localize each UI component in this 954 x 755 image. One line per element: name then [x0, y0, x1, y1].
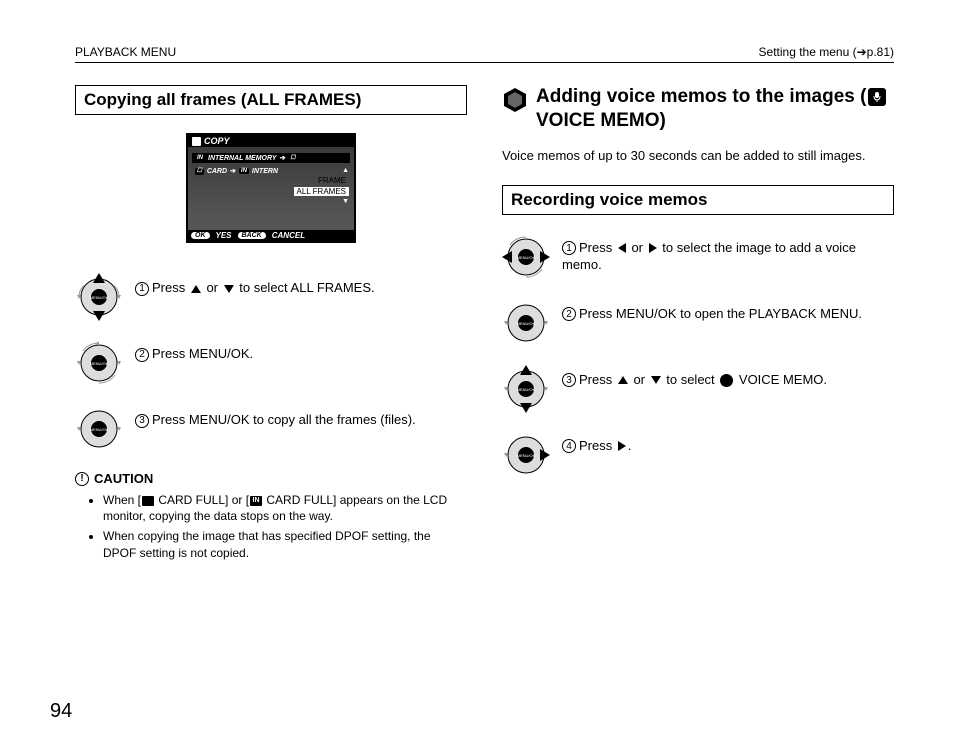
caution-list: When [ CARD FULL] or [IN CARD FULL] appe… — [75, 492, 467, 561]
right-arrow-icon — [649, 243, 657, 253]
svg-text:MENU/OK: MENU/OK — [517, 321, 536, 326]
caution-item: When [ CARD FULL] or [IN CARD FULL] appe… — [103, 492, 467, 524]
dpad-center-icon: MENU/OK — [502, 299, 550, 347]
svg-text:MENU/OK: MENU/OK — [517, 387, 536, 392]
svg-text:MENU/OK: MENU/OK — [517, 453, 536, 458]
up-arrow-icon — [618, 376, 628, 384]
dpad-center-icon: MENU/OK — [75, 339, 123, 387]
page-header: PLAYBACK MENU Setting the menu (➔p.81) — [75, 45, 894, 63]
internal-memory-icon: IN — [250, 496, 262, 506]
svg-text:MENU/OK: MENU/OK — [517, 255, 536, 260]
section-title-all-frames: Copying all frames (ALL FRAMES) — [75, 85, 467, 115]
left-step-1: MENU/OK 1Press or to select ALL FRAMES. — [75, 273, 467, 321]
right-step-2: MENU/OK 2Press MENU/OK to open the PLAYB… — [502, 299, 894, 347]
step-number-icon: 3 — [135, 414, 149, 428]
dpad-leftright-icon: MENU/OK — [502, 233, 550, 281]
up-arrow-icon — [191, 285, 201, 293]
svg-text:MENU/OK: MENU/OK — [90, 361, 109, 366]
section-title-recording: Recording voice memos — [502, 185, 894, 215]
lcd-screenshot: COPY IN INTERNAL MEMORY ➔ 🞏 🞏 CARD ➔ IN … — [75, 133, 467, 248]
caution-item: When copying the image that has specifie… — [103, 528, 467, 560]
step-number-icon: 4 — [562, 439, 576, 453]
caution-icon: ! — [75, 472, 89, 486]
voice-memo-icon — [868, 88, 886, 106]
step-number-icon: 2 — [562, 307, 576, 321]
caution-heading: ! CAUTION — [75, 471, 467, 486]
down-arrow-icon — [651, 376, 661, 384]
left-column: Copying all frames (ALL FRAMES) COPY IN … — [75, 85, 467, 565]
header-right: Setting the menu (➔p.81) — [759, 45, 894, 59]
right-column: Adding voice memos to the images ( VOICE… — [502, 85, 894, 565]
svg-text:MENU/OK: MENU/OK — [90, 295, 109, 300]
right-step-3: MENU/OK 3Press or to select VOICE MEMO. — [502, 365, 894, 413]
dpad-updown-icon: MENU/OK — [75, 273, 123, 321]
step-number-icon: 1 — [135, 282, 149, 296]
right-step-1: MENU/OK 1Press or to select the image to… — [502, 233, 894, 281]
left-step-3: MENU/OK 3Press MENU/OK to copy all the f… — [75, 405, 467, 453]
main-heading-voice-memo: Adding voice memos to the images ( VOICE… — [502, 85, 894, 133]
intro-text: Voice memos of up to 30 seconds can be a… — [502, 147, 894, 165]
down-arrow-icon — [224, 285, 234, 293]
dpad-right-icon: MENU/OK — [502, 431, 550, 479]
voice-memo-small-icon — [720, 374, 733, 387]
right-arrow-icon — [618, 441, 626, 451]
step-number-icon: 3 — [562, 373, 576, 387]
page-number: 94 — [50, 700, 72, 723]
left-step-2: MENU/OK 2Press MENU/OK. — [75, 339, 467, 387]
sd-card-icon — [142, 496, 154, 506]
step-number-icon: 1 — [562, 241, 576, 255]
hexagon-icon — [502, 87, 528, 113]
dpad-center-icon: MENU/OK — [75, 405, 123, 453]
left-arrow-icon — [618, 243, 626, 253]
right-step-4: MENU/OK 4Press . — [502, 431, 894, 479]
step-number-icon: 2 — [135, 348, 149, 362]
header-left: PLAYBACK MENU — [75, 45, 176, 59]
svg-text:MENU/OK: MENU/OK — [90, 427, 109, 432]
dpad-updown-icon: MENU/OK — [502, 365, 550, 413]
